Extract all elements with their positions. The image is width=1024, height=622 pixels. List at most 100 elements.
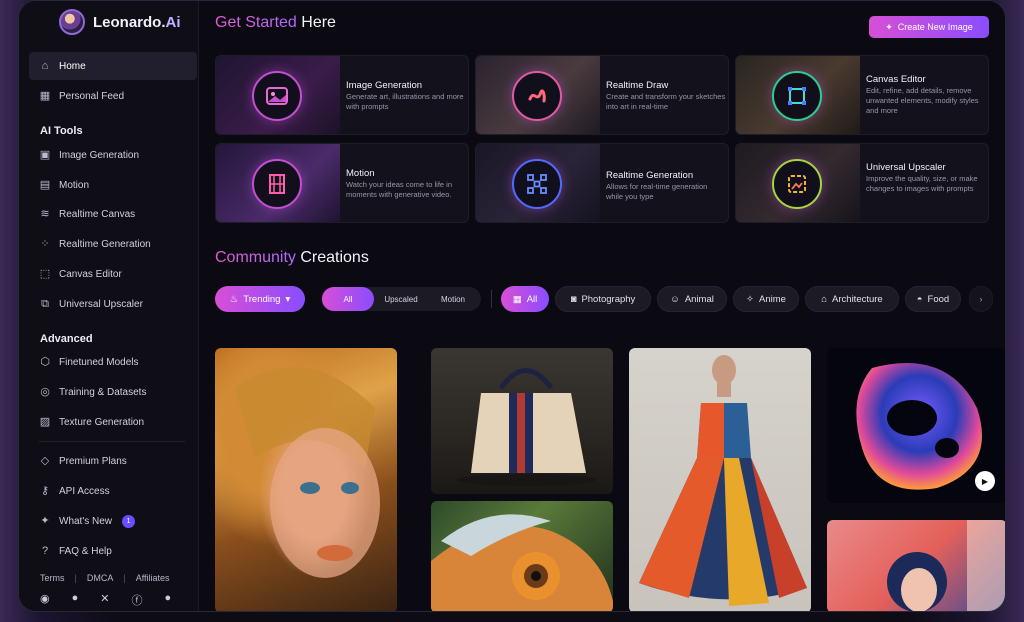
category-architecture[interactable]: ⌂ Architecture [805,286,899,312]
community-image-abstract-3d[interactable]: ▶ [827,348,1005,503]
segment-motion[interactable]: Motion [427,287,479,311]
app-window: Leonardo.Ai ⌂ Home ▦ Personal Feed AI To… [18,0,1006,612]
community-image-golden-helmet[interactable] [215,348,397,611]
sidebar-item-label: Premium Plans [59,455,127,467]
section-title-ai-tools: AI Tools [40,125,83,137]
category-all[interactable]: ▦ All [501,286,549,312]
terms-link[interactable]: Terms [40,573,65,583]
grid-icon: ▦ [512,293,522,305]
category-label: Animal [684,293,714,305]
dmca-link[interactable]: DMCA [87,573,114,583]
help-icon: ? [41,545,49,557]
upscale-icon [772,159,822,209]
category-anime[interactable]: ✧ Anime [733,286,799,312]
image-icon [252,71,302,121]
category-animal[interactable]: ☺ Animal [657,286,727,312]
x-icon[interactable]: ✕ [100,592,109,608]
card-title: Universal Upscaler [866,162,946,173]
sidebar-item-home[interactable]: ⌂ Home [29,52,197,80]
sidebar-item-faq-help[interactable]: ? FAQ & Help [29,537,197,565]
card-realtime-draw[interactable]: Realtime Draw Create and transform your … [475,55,729,135]
upscale-icon: ⧉ [41,298,49,310]
sidebar-item-image-generation[interactable]: ▣ Image Generation [29,141,197,169]
sidebar-item-label: Motion [59,179,90,191]
card-realtime-generation[interactable]: Realtime Generation Allows for real-time… [475,143,729,223]
play-icon[interactable]: ▶ [975,471,995,491]
texture-icon: ▨ [39,416,51,428]
sidebar-item-label: Realtime Canvas [59,208,136,220]
card-motion[interactable]: Motion Watch your ideas come to life in … [215,143,469,223]
sidebar-item-label: Realtime Generation [59,238,151,250]
card-image-generation[interactable]: Image Generation Generate art, illustrat… [215,55,469,135]
trending-dropdown[interactable]: ♨ Trending ▾ [215,286,305,312]
sidebar-item-realtime-generation[interactable]: ⁘ Realtime Generation [29,230,197,258]
dataset-icon: ◎ [40,386,50,398]
category-photography[interactable]: ◙ Photography [555,286,651,312]
community-image-handbag[interactable] [431,348,613,494]
sidebar-item-whats-new[interactable]: ✦ What's New 1 [29,507,197,535]
home-icon: ⌂ [41,60,49,72]
community-accent: Community [215,249,296,266]
sidebar-item-training-datasets[interactable]: ◎ Training & Datasets [29,378,197,406]
category-food[interactable]: ◓ Food [905,286,961,312]
camera-icon: ◙ [570,293,577,305]
diamond-icon: ◇ [40,455,50,467]
get-started-rest: Here [296,14,336,31]
brand[interactable]: Leonardo.Ai [59,9,181,35]
grid-icon: ▦ [39,90,51,102]
media-type-toggle: All Upscaled Motion [321,287,481,311]
reddit-icon[interactable]: ● [72,592,79,608]
card-desc: Watch your ideas come to life in moments… [346,180,453,199]
card-universal-upscaler[interactable]: Universal Upscaler Improve the quality, … [735,143,989,223]
facebook-icon[interactable]: ⓕ [131,592,142,608]
discord-icon[interactable]: ◉ [40,592,50,608]
sidebar-item-texture-generation[interactable]: ▨ Texture Generation [29,408,197,436]
sidebar-item-motion[interactable]: ▤ Motion [29,171,197,199]
sidebar-item-canvas-editor[interactable]: ⬚ Canvas Editor [29,260,197,288]
sidebar-item-finetuned-models[interactable]: ⬡ Finetuned Models [29,348,197,376]
category-label: Architecture [832,293,883,305]
get-started-heading: Get Started Here [215,14,336,32]
film-icon [252,159,302,209]
community-image-chameleon[interactable] [431,501,613,611]
megaphone-icon: ✦ [40,515,50,527]
sidebar-item-label: API Access [59,485,110,497]
category-label: All [526,293,538,305]
brush-icon [512,71,562,121]
community-image-dress[interactable] [629,348,811,611]
sidebar-item-label: Finetuned Models [59,356,139,368]
sidebar-item-api-access[interactable]: ⚷ API Access [29,477,197,505]
apple-icon[interactable]: ● [164,592,171,608]
cube-icon: ⬡ [40,356,50,368]
section-title-advanced: Advanced [40,333,93,345]
dots-grid-icon: ⁘ [40,238,50,250]
footer-links: Terms | DMCA | Affiliates [40,573,170,583]
anime-art [887,520,1005,611]
category-label: Photography [581,293,636,305]
sidebar-item-label: Image Generation [59,149,140,161]
sidebar-item-universal-upscaler[interactable]: ⧉ Universal Upscaler [29,290,197,318]
category-label: Anime [759,293,786,305]
affiliates-link[interactable]: Affiliates [136,573,170,583]
card-desc: Improve the quality, size, or make chang… [866,174,978,193]
card-desc: Allows for real-time generation while yo… [606,182,708,201]
create-new-image-button[interactable]: ✦ Create New Image [869,16,989,38]
create-button-label: Create New Image [897,22,973,32]
card-title: Motion [346,168,375,179]
sidebar-item-label: FAQ & Help [59,545,112,557]
sidebar-item-premium-plans[interactable]: ◇ Premium Plans [29,447,197,475]
segment-upscaled[interactable]: Upscaled [375,287,427,311]
card-canvas-editor[interactable]: Canvas Editor Edit, refine, add details,… [735,55,989,135]
category-label: Food [927,293,950,305]
segment-all[interactable]: All [322,287,374,311]
sidebar-item-personal-feed[interactable]: ▦ Personal Feed [29,82,197,110]
handbag-art [456,368,596,486]
building-icon: ⌂ [821,293,828,305]
community-image-anime-portrait[interactable] [827,520,1005,611]
portrait-art [235,367,380,578]
card-desc: Edit, refine, add details, remove unwant… [866,86,979,115]
sidebar-item-realtime-canvas[interactable]: ≋ Realtime Canvas [29,200,197,228]
sparkle-icon: ✦ [885,21,893,32]
scroll-right-button[interactable]: › [969,286,993,312]
sidebar-item-label: Home [59,60,86,72]
